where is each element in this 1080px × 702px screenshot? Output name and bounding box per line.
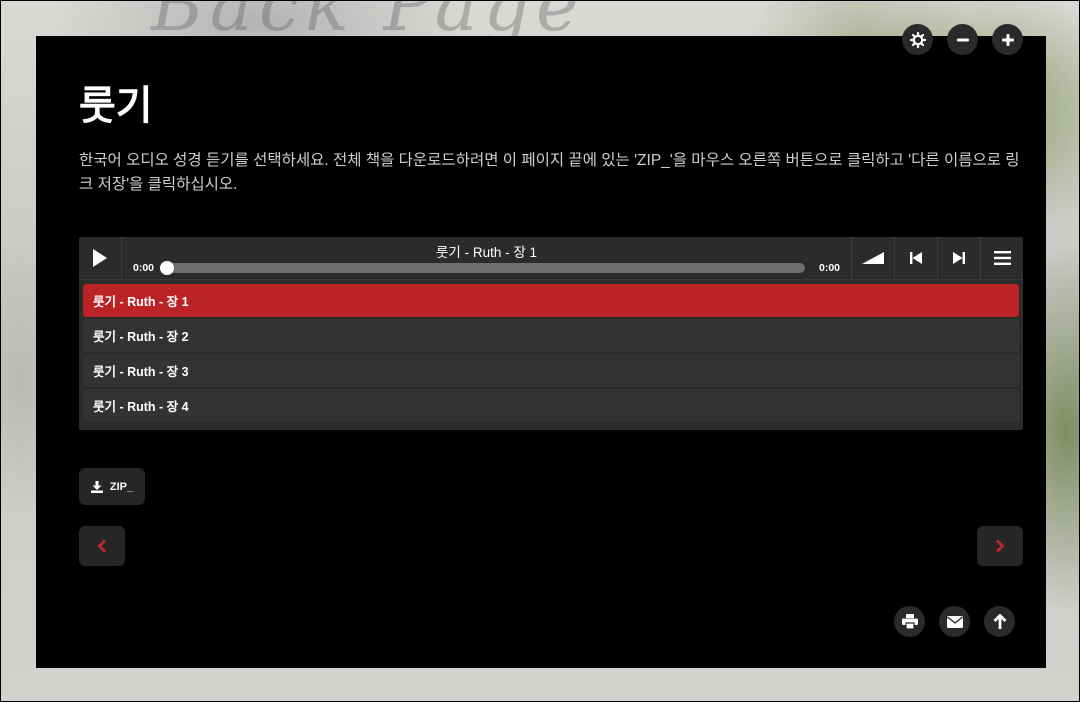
playlist: 룻기 - Ruth - 장 1 룻기 - Ruth - 장 2 룻기 - Ruth … — [79, 280, 1023, 430]
playlist-item[interactable]: 룻기 - Ruth - 장 3 — [83, 354, 1019, 387]
content-card: 룻기 한국어 오디오 성경 듣기를 선택하세요. 전체 책을 다운로드하려면 이… — [36, 24, 1046, 668]
zip-download-button[interactable]: ZIP_ — [79, 468, 145, 505]
chevron-right-icon — [996, 539, 1005, 553]
zip-download-label: ZIP_ — [109, 480, 134, 493]
play-icon — [93, 249, 107, 267]
previous-track-icon — [910, 252, 922, 264]
next-track-icon — [953, 252, 965, 264]
playlist-item[interactable]: 룻기 - Ruth - 장 1 — [83, 284, 1019, 317]
playlist-item[interactable]: 룻기 - Ruth - 장 2 — [83, 319, 1019, 352]
print-button[interactable] — [894, 606, 925, 637]
progress-knob[interactable] — [160, 261, 174, 275]
playlist-menu-button[interactable] — [980, 237, 1023, 279]
volume-button[interactable] — [851, 237, 894, 279]
next-page-button[interactable] — [977, 526, 1023, 566]
settings-icon — [909, 31, 926, 48]
chevron-left-icon — [97, 539, 106, 553]
email-button[interactable] — [939, 606, 970, 637]
download-icon — [90, 480, 103, 493]
now-playing-title: 룻기 - Ruth - 장 1 — [435, 245, 538, 260]
playlist-menu-icon — [993, 251, 1011, 265]
player-controls: 룻기 - Ruth - 장 1 0:00 0:00 — [79, 237, 1023, 280]
next-track-button[interactable] — [937, 237, 980, 279]
duration: 0:00 — [818, 262, 840, 274]
track-area: 룻기 - Ruth - 장 1 0:00 0:00 — [122, 237, 851, 279]
intro-text: 한국어 오디오 성경 듣기를 선택하세요. 전체 책을 다운로드하려면 이 페이… — [79, 152, 1020, 193]
arrow-up-icon — [993, 614, 1006, 629]
previous-page-button[interactable] — [79, 526, 125, 566]
previous-track-button[interactable] — [894, 237, 937, 279]
zoom-in-button[interactable] — [992, 24, 1023, 55]
play-button[interactable] — [79, 237, 122, 279]
zoom-out-icon — [956, 38, 969, 41]
page-background: Back Page 룻기 한국어 오디오 성경 듣기를 선택하세요. 전체 책을… — [0, 0, 1080, 702]
page-title: 룻기 — [79, 84, 153, 128]
back-to-top-button[interactable] — [984, 606, 1015, 637]
playlist-item[interactable]: 룻기 - Ruth - 장 4 — [83, 389, 1019, 422]
audio-player: 룻기 - Ruth - 장 1 0:00 0:00 룻기 - Ruth - 장 … — [79, 237, 1023, 430]
top-controls — [902, 24, 1023, 55]
print-icon — [901, 614, 918, 629]
zoom-out-button[interactable] — [947, 24, 978, 55]
progress-bar[interactable] — [160, 261, 805, 275]
settings-button[interactable] — [902, 24, 933, 55]
mail-icon — [946, 615, 963, 628]
volume-icon — [862, 252, 884, 264]
current-time: 0:00 — [133, 262, 155, 274]
bottom-controls — [894, 606, 1015, 637]
zoom-in-icon — [1001, 33, 1014, 46]
